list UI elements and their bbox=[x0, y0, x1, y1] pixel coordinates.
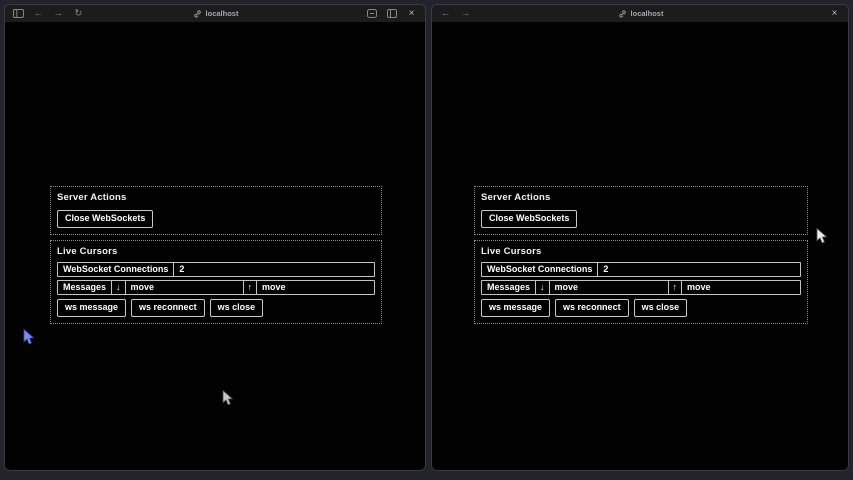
section-title: Server Actions bbox=[57, 192, 375, 203]
close-websockets-button[interactable]: Close WebSockets bbox=[481, 210, 577, 228]
close-icon[interactable]: × bbox=[829, 8, 840, 19]
reload-icon[interactable]: ↻ bbox=[73, 8, 84, 19]
debug-panel: Server Actions Close WebSockets Live Cur… bbox=[50, 186, 382, 329]
page-content-left: Server Actions Close WebSockets Live Cur… bbox=[5, 22, 425, 471]
connections-label: WebSocket Connections bbox=[482, 263, 598, 276]
ws-close-button[interactable]: ws close bbox=[210, 299, 264, 317]
close-icon[interactable]: × bbox=[406, 8, 417, 19]
back-icon[interactable]: ← bbox=[33, 8, 44, 19]
section-title: Live Cursors bbox=[481, 246, 801, 257]
url-label: localhost bbox=[206, 9, 239, 18]
section-title: Server Actions bbox=[481, 192, 801, 203]
connections-value: 2 bbox=[174, 263, 374, 276]
link-icon bbox=[617, 8, 628, 19]
outgoing-message-value: move bbox=[682, 281, 800, 294]
ws-reconnect-button[interactable]: ws reconnect bbox=[131, 299, 205, 317]
server-actions-section: Server Actions Close WebSockets bbox=[50, 186, 382, 235]
live-cursors-section: Live Cursors WebSocket Connections 2 Mes… bbox=[474, 240, 808, 324]
ws-message-button[interactable]: ws message bbox=[481, 299, 550, 317]
arrow-down-icon: ↓ bbox=[112, 281, 126, 294]
address-display: localhost bbox=[192, 5, 239, 22]
arrow-up-icon: ↑ bbox=[244, 281, 258, 294]
tabs-icon[interactable] bbox=[386, 8, 397, 19]
ws-reconnect-button[interactable]: ws reconnect bbox=[555, 299, 629, 317]
ws-message-button[interactable]: ws message bbox=[57, 299, 126, 317]
messages-row: Messages ↓ move ↑ move bbox=[481, 280, 801, 295]
forward-icon[interactable]: → bbox=[460, 8, 471, 19]
ws-close-button[interactable]: ws close bbox=[634, 299, 688, 317]
url-label: localhost bbox=[631, 9, 664, 18]
close-websockets-button[interactable]: Close WebSockets bbox=[57, 210, 153, 228]
desktop: { "desktop": { "background": "#23242b" }… bbox=[0, 0, 853, 480]
forward-icon[interactable]: → bbox=[53, 8, 64, 19]
reader-badge-icon[interactable] bbox=[366, 8, 377, 19]
connections-label: WebSocket Connections bbox=[58, 263, 174, 276]
server-actions-section: Server Actions Close WebSockets bbox=[474, 186, 808, 235]
incoming-message-value: move bbox=[550, 281, 669, 294]
browser-window-right: ← → localhost × Server Actions Close Web… bbox=[431, 4, 849, 471]
messages-label: Messages bbox=[58, 281, 112, 294]
section-title: Live Cursors bbox=[57, 246, 375, 257]
back-icon[interactable]: ← bbox=[440, 8, 451, 19]
titlebar-left[interactable]: ← → ↻ localhost × bbox=[5, 5, 425, 22]
titlebar-right[interactable]: ← → localhost × bbox=[432, 5, 848, 22]
arrow-up-icon: ↑ bbox=[669, 281, 683, 294]
messages-label: Messages bbox=[482, 281, 536, 294]
link-icon bbox=[192, 8, 203, 19]
incoming-message-value: move bbox=[126, 281, 244, 294]
debug-panel: Server Actions Close WebSockets Live Cur… bbox=[474, 186, 808, 329]
browser-window-left: ← → ↻ localhost × bbox=[4, 4, 426, 471]
websocket-connections-row: WebSocket Connections 2 bbox=[481, 262, 801, 277]
websocket-connections-row: WebSocket Connections 2 bbox=[57, 262, 375, 277]
live-cursors-section: Live Cursors WebSocket Connections 2 Mes… bbox=[50, 240, 382, 324]
page-content-right: Server Actions Close WebSockets Live Cur… bbox=[432, 22, 848, 471]
ws-buttons-row: ws message ws reconnect ws close bbox=[57, 299, 375, 317]
outgoing-message-value: move bbox=[257, 281, 374, 294]
address-display: localhost bbox=[617, 5, 664, 22]
connections-value: 2 bbox=[598, 263, 800, 276]
messages-row: Messages ↓ move ↑ move bbox=[57, 280, 375, 295]
arrow-down-icon: ↓ bbox=[536, 281, 550, 294]
ws-buttons-row: ws message ws reconnect ws close bbox=[481, 299, 801, 317]
sidebar-toggle-icon[interactable] bbox=[13, 8, 24, 19]
